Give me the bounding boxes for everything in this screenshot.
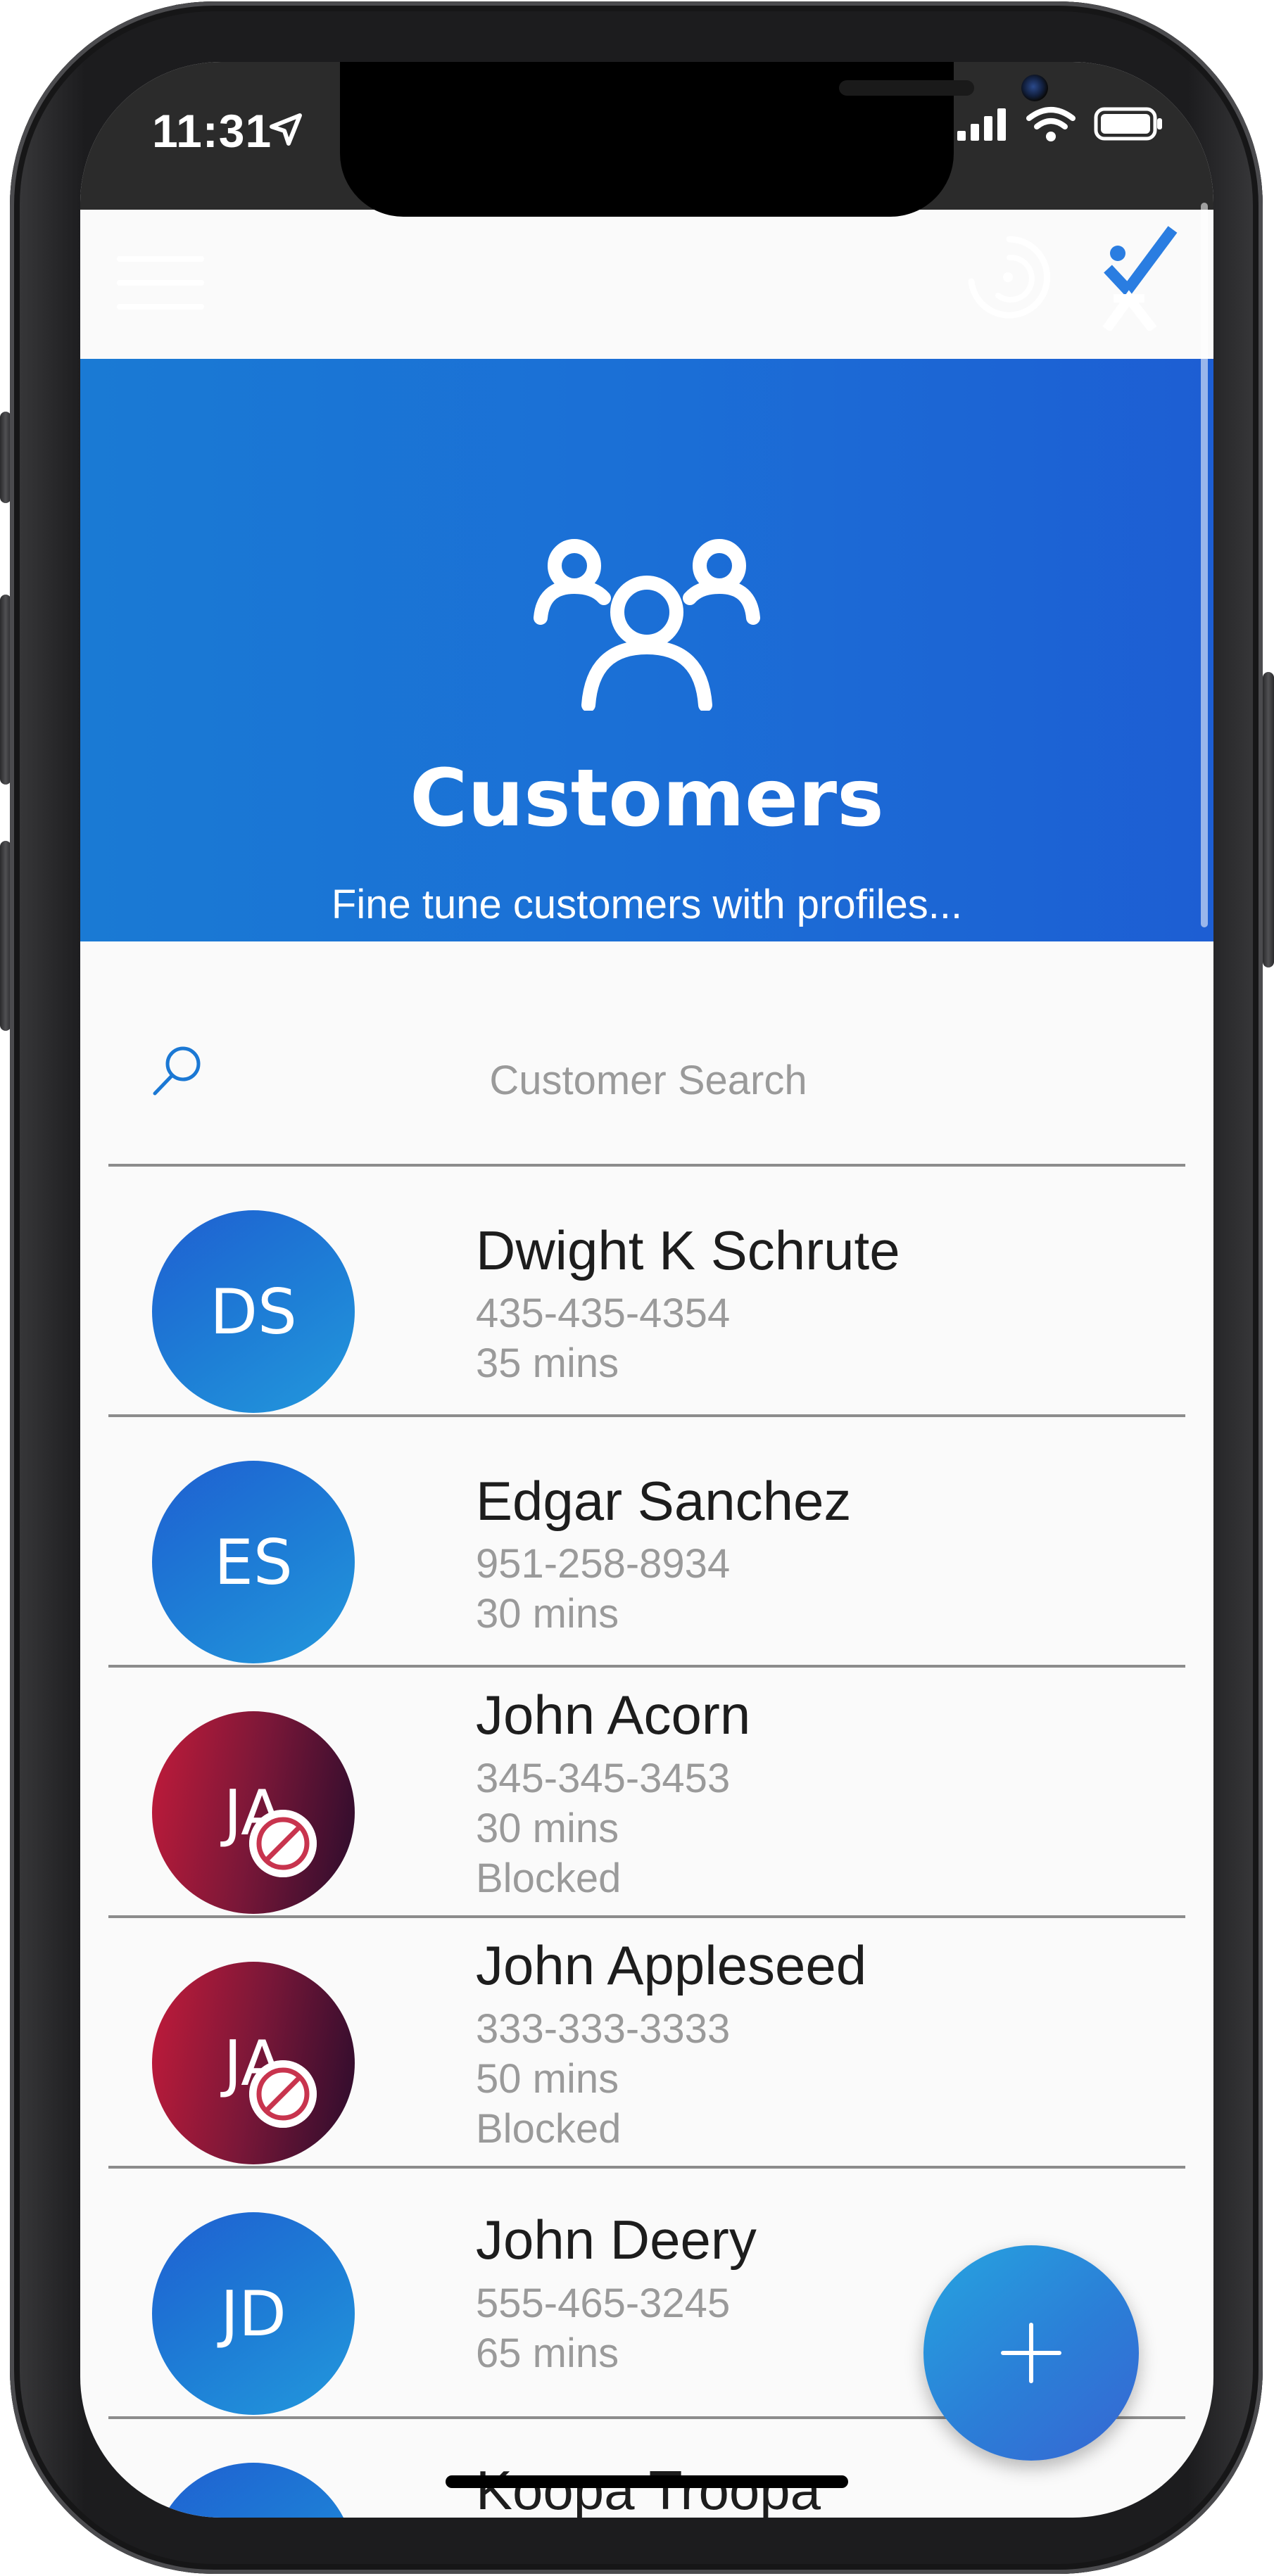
customer-phone: 435-435-4354 <box>476 1290 731 1336</box>
power-button <box>1263 672 1274 967</box>
customer-row[interactable]: DS Dwight K Schrute 435-435-4354 35 mins <box>108 1167 1185 1417</box>
customer-name: Dwight K Schrute <box>476 1219 900 1281</box>
avatar: ES <box>152 1461 355 1663</box>
phone-frame: 11:31 Customers Fine tune customers with… <box>10 1 1263 2574</box>
page-title: Customers <box>410 753 884 844</box>
customer-name: Edgar Sanchez <box>476 1470 852 1532</box>
avatar-initials: JD <box>220 2277 286 2350</box>
avatar-initials: ES <box>214 1525 293 1599</box>
customer-status: Blocked <box>476 1855 622 1901</box>
add-customer-button[interactable] <box>923 2245 1139 2461</box>
customer-status: Blocked <box>476 2106 622 2152</box>
blocked-icon <box>249 1810 317 1877</box>
blocked-icon <box>249 2060 317 2128</box>
avatar: DS <box>152 1210 355 1413</box>
phone-screen: 11:31 Customers Fine tune customers with… <box>80 62 1213 2518</box>
customer-row[interactable]: JA John Acorn 345-345-3453 30 mins Block… <box>108 1668 1185 1918</box>
customers-group-icon <box>534 539 760 711</box>
avatar: KT <box>152 2463 355 2518</box>
app-bar <box>80 62 1213 359</box>
page-subtitle: Fine tune customers with profiles... <box>331 882 963 927</box>
customer-phone: 555-465-3245 <box>476 2280 731 2326</box>
customer-phone: 951-258-8934 <box>476 1541 731 1587</box>
customer-name: John Appleseed <box>476 1934 867 1996</box>
sync-icon[interactable] <box>963 231 1054 322</box>
customer-row[interactable]: JA John Appleseed 333-333-3333 50 mins B… <box>108 1918 1185 2169</box>
brand-logo-icon[interactable] <box>1094 225 1178 331</box>
customer-row[interactable]: ES Edgar Sanchez 951-258-8934 30 mins <box>108 1417 1185 1668</box>
avatar: JA <box>152 1962 355 2164</box>
customer-name: John Acorn <box>476 1684 751 1746</box>
customer-duration: 30 mins <box>476 1806 619 1851</box>
customer-phone: 333-333-3333 <box>476 2006 731 2052</box>
customer-duration: 30 mins <box>476 1591 619 1637</box>
customer-phone: 345-345-3453 <box>476 1756 731 1801</box>
search-icon[interactable] <box>151 1044 203 1096</box>
customer-name: Koopa Troopa <box>476 2459 821 2518</box>
avatar: JA <box>152 1711 355 1914</box>
home-indicator[interactable] <box>446 2475 848 2488</box>
avatar: JD <box>152 2212 355 2415</box>
hamburger-menu-icon[interactable] <box>117 256 206 312</box>
customer-search-bar <box>108 941 1185 1167</box>
customer-duration: 50 mins <box>476 2056 619 2102</box>
customer-duration: 65 mins <box>476 2330 619 2376</box>
customer-name: John Deery <box>476 2209 757 2271</box>
customer-duration: 35 mins <box>476 1340 619 1386</box>
scrollbar[interactable] <box>1201 203 1208 927</box>
hero-banner: Customers Fine tune customers with profi… <box>80 359 1213 941</box>
customer-search-input[interactable] <box>235 1044 1061 1116</box>
avatar-initials: DS <box>210 1275 297 1348</box>
